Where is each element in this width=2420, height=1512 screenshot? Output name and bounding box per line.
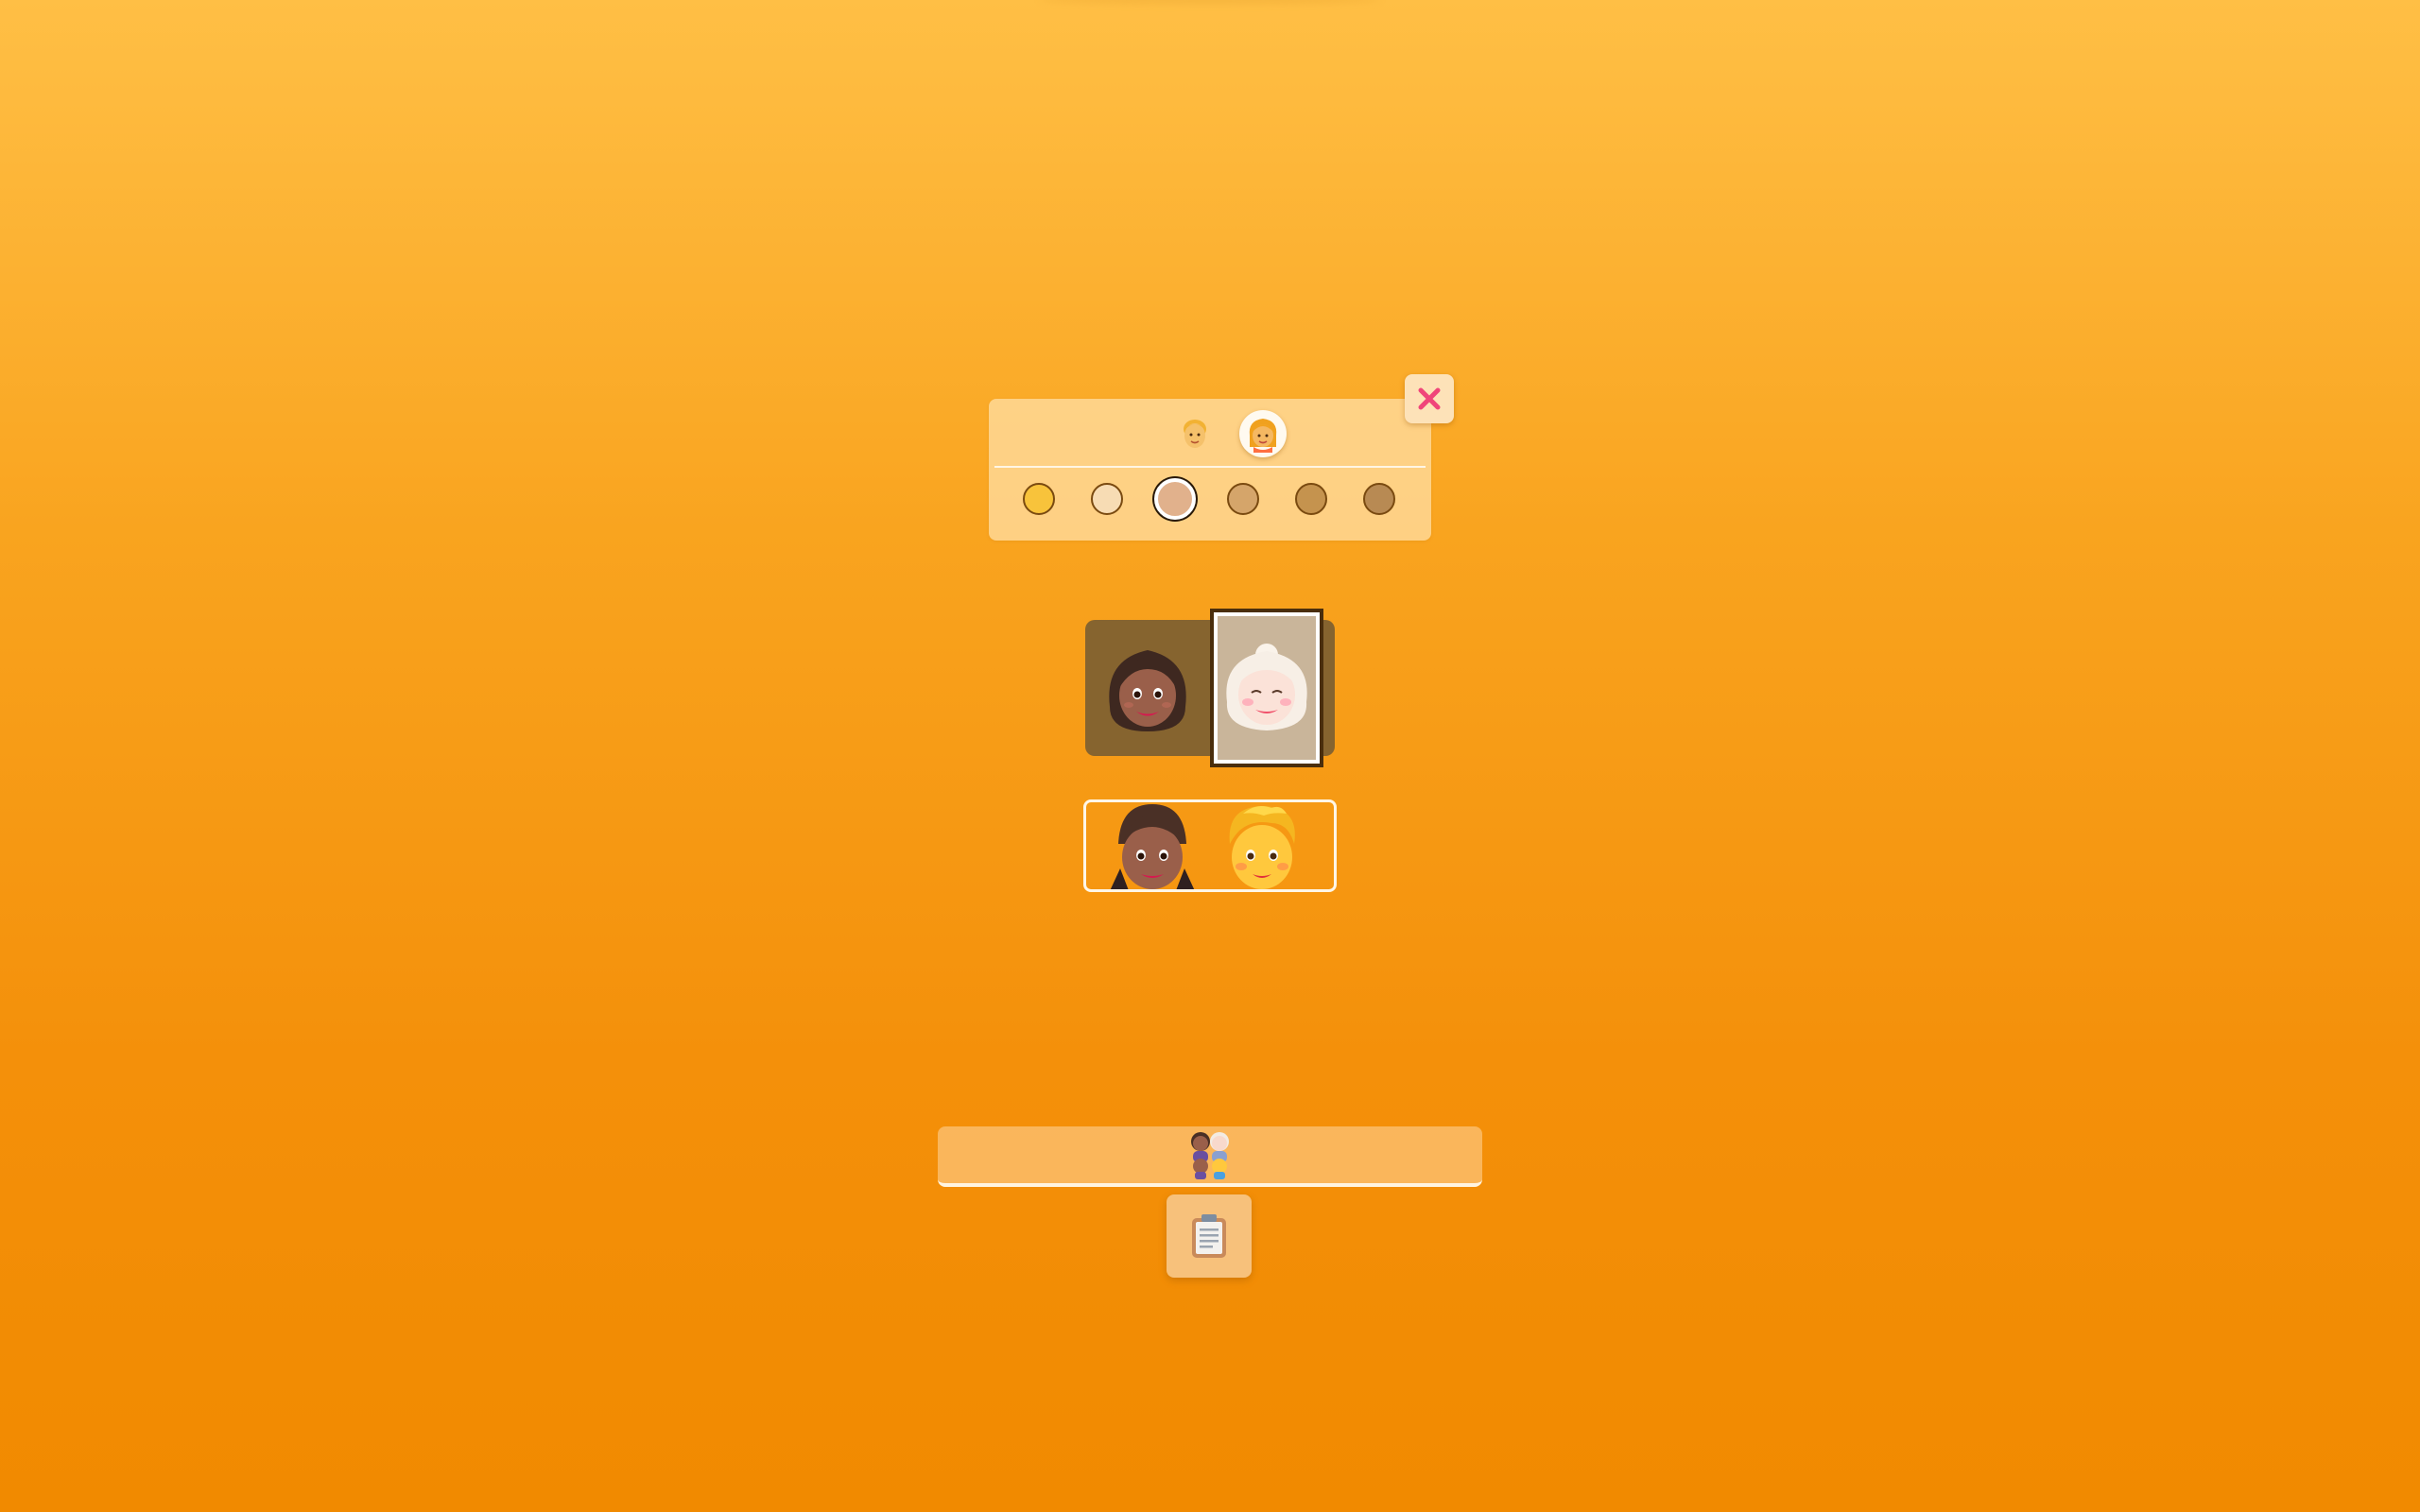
boy-default-icon: [1229, 806, 1295, 889]
person-blond-icon: [1184, 420, 1206, 448]
woman-medium-dark-icon: [1109, 650, 1186, 731]
person-selection-tiles: [1085, 612, 1335, 764]
skin-tone-medium-dark[interactable]: [1295, 483, 1327, 515]
close-icon: [1418, 387, 1441, 410]
woman-blond-icon: [1249, 419, 1277, 453]
tile-woman-medium-dark[interactable]: [1085, 620, 1210, 756]
clipboard-icon: [1192, 1214, 1226, 1258]
close-button[interactable]: [1405, 374, 1454, 423]
top-glow: [1040, 0, 1380, 4]
children-preview: [1083, 799, 1337, 892]
picker-divider: [994, 466, 1426, 468]
skin-tone-dark[interactable]: [1363, 483, 1395, 515]
skin-tone-medium-light[interactable]: [1154, 478, 1196, 520]
variant-row: [989, 410, 1431, 459]
tile-woman-white-hair[interactable]: [1214, 612, 1320, 764]
woman-white-hair-light-icon: [1226, 644, 1307, 730]
girl-medium-dark-icon: [1110, 804, 1195, 889]
skin-tone-medium[interactable]: [1227, 483, 1259, 515]
combined-emoji-bar: [938, 1126, 1482, 1187]
skin-tone-picker: [989, 399, 1431, 541]
copy-button[interactable]: [1167, 1194, 1252, 1278]
family-combined-icon: [1191, 1132, 1229, 1179]
variant-woman-button[interactable]: [1239, 410, 1287, 457]
skin-tone-default[interactable]: [1023, 483, 1055, 515]
variant-person-button[interactable]: [1171, 410, 1219, 457]
skin-tone-light[interactable]: [1091, 483, 1123, 515]
